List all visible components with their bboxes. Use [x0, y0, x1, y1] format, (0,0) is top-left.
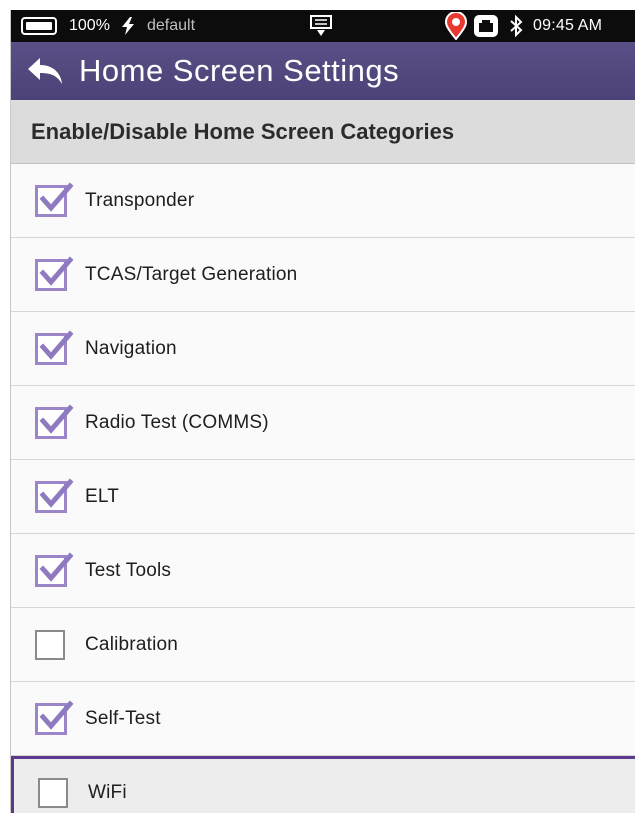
checkbox-checked[interactable]	[35, 403, 74, 439]
checkbox-checked[interactable]	[35, 699, 74, 735]
battery-full-icon	[21, 10, 57, 42]
device-frame: 100% default 09:45 AM Home Screen Settin…	[0, 0, 635, 813]
category-row[interactable]: Calibration	[11, 608, 635, 682]
section-header: Enable/Disable Home Screen Categories	[11, 100, 635, 164]
category-label: WiFi	[88, 782, 127, 803]
category-row[interactable]: Navigation	[11, 312, 635, 386]
lightning-bolt-icon	[121, 10, 135, 42]
category-label: TCAS/Target Generation	[85, 263, 298, 285]
category-row[interactable]: WiFi	[11, 756, 635, 813]
checkbox-checked[interactable]	[35, 477, 74, 513]
display-icon	[309, 10, 335, 42]
checkbox-checked[interactable]	[35, 181, 74, 217]
category-label: Transponder	[85, 189, 195, 211]
profile-name: default	[147, 17, 196, 34]
category-label: Self-Test	[85, 707, 161, 729]
clock: 09:45 AM	[533, 17, 603, 34]
status-bar: 100% default 09:45 AM	[11, 10, 635, 42]
category-row[interactable]: Test Tools	[11, 534, 635, 608]
category-label: Navigation	[85, 337, 177, 359]
category-label: Radio Test (COMMS)	[85, 411, 269, 433]
device-screen: 100% default 09:45 AM Home Screen Settin…	[10, 10, 635, 813]
category-row[interactable]: Transponder	[11, 164, 635, 238]
title-bar: Home Screen Settings	[11, 42, 635, 100]
location-pin-icon	[443, 10, 469, 42]
category-label: ELT	[85, 485, 120, 507]
checkbox-checked[interactable]	[35, 551, 74, 587]
checkbox-checked[interactable]	[35, 255, 74, 291]
checkbox-checked[interactable]	[35, 329, 74, 365]
checkbox-unchecked[interactable]	[35, 629, 65, 660]
ethernet-icon	[473, 10, 499, 42]
battery-percent: 100%	[69, 17, 110, 34]
category-label: Test Tools	[85, 559, 172, 581]
bluetooth-icon	[509, 10, 523, 42]
category-row[interactable]: Self-Test	[11, 682, 635, 756]
back-button[interactable]	[11, 42, 79, 100]
frame-margin	[0, 0, 10, 813]
category-row[interactable]: Radio Test (COMMS)	[11, 386, 635, 460]
category-list: Transponder TCAS/Target Generation Navigat…	[11, 164, 635, 813]
category-label: Calibration	[85, 633, 179, 655]
back-arrow-icon	[28, 58, 62, 84]
category-row[interactable]: ELT	[11, 460, 635, 534]
checkbox-unchecked[interactable]	[38, 778, 68, 808]
category-row[interactable]: TCAS/Target Generation	[11, 238, 635, 312]
page-title: Home Screen Settings	[79, 53, 400, 88]
